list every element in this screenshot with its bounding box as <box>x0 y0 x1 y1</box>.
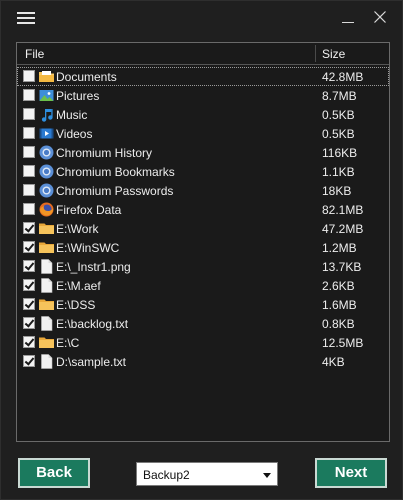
file-size: 0.5KB <box>322 127 355 141</box>
file-name: E:\backlog.txt <box>56 317 129 331</box>
file-size: 13.7KB <box>322 260 362 274</box>
row-checkbox[interactable] <box>23 127 35 139</box>
file-name: Pictures <box>56 89 100 103</box>
app-window: File Size Documents 42.8MB Pictures 8.7MB Mu… <box>0 0 403 500</box>
file-name: E:\C <box>56 336 80 350</box>
row-checkbox[interactable] <box>23 222 35 234</box>
file-icon <box>38 258 55 275</box>
list-item[interactable]: D:\sample.txt 4KB <box>17 352 389 371</box>
file-name: E:\WinSWC <box>56 241 120 255</box>
close-icon[interactable] <box>367 7 393 29</box>
list-item[interactable]: E:\backlog.txt 0.8KB <box>17 314 389 333</box>
music-note-icon <box>38 106 55 123</box>
file-name: E:\M.aef <box>56 279 101 293</box>
dropdown-arrow-icon <box>263 473 271 478</box>
next-button[interactable]: Next <box>315 458 387 488</box>
row-checkbox[interactable] <box>23 89 35 101</box>
file-name: D:\sample.txt <box>56 355 127 369</box>
list-item[interactable]: E:\Work 47.2MB <box>17 219 389 238</box>
file-list: Documents 42.8MB Pictures 8.7MB Music 0.5KB Vi… <box>17 67 389 371</box>
row-checkbox[interactable] <box>23 317 35 329</box>
hamburger-menu-icon[interactable] <box>17 12 35 24</box>
chromium-icon <box>38 182 55 199</box>
chromium-icon <box>38 144 55 161</box>
file-icon <box>38 353 55 370</box>
list-item[interactable]: E:\WinSWC 1.2MB <box>17 238 389 257</box>
list-item[interactable]: Videos 0.5KB <box>17 124 389 143</box>
row-checkbox[interactable] <box>23 241 35 253</box>
list-item[interactable]: Firefox Data 82.1MB <box>17 200 389 219</box>
file-name: Chromium History <box>56 146 153 160</box>
file-size: 116KB <box>322 146 358 160</box>
minimize-icon[interactable] <box>335 7 361 29</box>
row-checkbox[interactable] <box>23 146 35 158</box>
file-name: E:\Work <box>56 222 99 236</box>
pictures-icon <box>38 87 55 104</box>
row-checkbox[interactable] <box>23 184 35 196</box>
file-size: 0.5KB <box>322 108 355 122</box>
row-checkbox[interactable] <box>23 70 35 82</box>
title-bar <box>1 1 403 35</box>
row-checkbox[interactable] <box>23 298 35 310</box>
list-item[interactable]: E:\C 12.5MB <box>17 333 389 352</box>
table-header: File Size <box>17 43 389 65</box>
folder-icon <box>38 220 55 237</box>
backup-select-value: Backup2 <box>143 468 190 482</box>
row-checkbox[interactable] <box>23 355 35 367</box>
file-name: Videos <box>56 127 93 141</box>
row-checkbox[interactable] <box>23 203 35 215</box>
list-item[interactable]: E:\DSS 1.6MB <box>17 295 389 314</box>
file-size: 0.8KB <box>322 317 355 331</box>
file-size: 2.6KB <box>322 279 355 293</box>
file-name: Music <box>56 108 88 122</box>
file-name: Chromium Bookmarks <box>56 165 175 179</box>
chromium-icon <box>38 163 55 180</box>
file-name: Documents <box>56 70 117 84</box>
folder-icon <box>38 334 55 351</box>
file-name: E:\DSS <box>56 298 96 312</box>
row-checkbox[interactable] <box>23 260 35 272</box>
file-size: 42.8MB <box>322 70 364 84</box>
file-list-panel: File Size Documents 42.8MB Pictures 8.7MB Mu… <box>16 42 390 442</box>
folder-documents-icon <box>38 68 55 85</box>
column-header-file[interactable]: File <box>25 47 44 61</box>
file-icon <box>38 277 55 294</box>
file-name: E:\_Instr1.png <box>56 260 131 274</box>
list-item[interactable]: Chromium Passwords 18KB <box>17 181 389 200</box>
list-item[interactable]: Chromium History 116KB <box>17 143 389 162</box>
column-separator[interactable] <box>315 45 316 62</box>
firefox-icon <box>38 201 55 218</box>
file-icon <box>38 315 55 332</box>
file-size: 1.2MB <box>322 241 357 255</box>
file-name: Firefox Data <box>56 203 122 217</box>
row-checkbox[interactable] <box>23 108 35 120</box>
row-checkbox[interactable] <box>23 336 35 348</box>
row-checkbox[interactable] <box>23 279 35 291</box>
file-size: 4KB <box>322 355 345 369</box>
folder-icon <box>38 296 55 313</box>
file-size: 1.1KB <box>322 165 355 179</box>
file-name: Chromium Passwords <box>56 184 174 198</box>
backup-select[interactable]: Backup2 <box>136 462 278 486</box>
list-item[interactable]: Documents 42.8MB <box>17 67 389 86</box>
video-icon <box>38 125 55 142</box>
file-size: 82.1MB <box>322 203 364 217</box>
file-size: 8.7MB <box>322 89 357 103</box>
list-item[interactable]: Music 0.5KB <box>17 105 389 124</box>
file-size: 18KB <box>322 184 352 198</box>
file-size: 12.5MB <box>322 336 364 350</box>
file-size: 47.2MB <box>322 222 364 236</box>
back-button[interactable]: Back <box>18 458 90 488</box>
file-size: 1.6MB <box>322 298 357 312</box>
list-item[interactable]: E:\_Instr1.png 13.7KB <box>17 257 389 276</box>
column-header-size[interactable]: Size <box>322 47 345 61</box>
row-checkbox[interactable] <box>23 165 35 177</box>
list-item[interactable]: E:\M.aef 2.6KB <box>17 276 389 295</box>
list-item[interactable]: Chromium Bookmarks 1.1KB <box>17 162 389 181</box>
folder-icon <box>38 239 55 256</box>
list-item[interactable]: Pictures 8.7MB <box>17 86 389 105</box>
